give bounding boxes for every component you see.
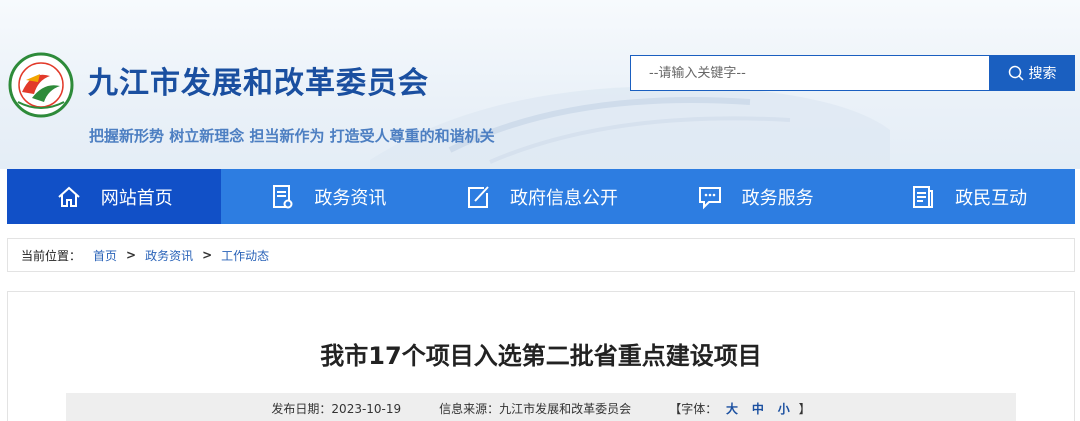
home-icon [58, 186, 80, 207]
font-size-large-button[interactable]: 大 [726, 402, 738, 416]
search-button[interactable]: 搜索 [989, 55, 1075, 91]
font-size-control: 【字体： 大 中 小 】 [669, 400, 810, 417]
chat-icon [698, 186, 721, 209]
breadcrumb-link-home[interactable]: 首页 [93, 247, 117, 264]
font-size-close: 】 [798, 401, 811, 416]
search-input[interactable] [630, 55, 990, 91]
nav-item-label: 政务服务 [741, 187, 814, 209]
font-size-medium-button[interactable]: 中 [752, 402, 764, 416]
nav-item-home[interactable]: 网站首页 [7, 169, 221, 224]
font-size-small-button[interactable]: 小 [778, 402, 790, 416]
nav-item-label: 政府信息公开 [509, 187, 618, 209]
document-icon [273, 184, 293, 208]
breadcrumb-link-work-updates[interactable]: 工作动态 [221, 247, 269, 264]
nav-item-label: 政务资讯 [314, 187, 387, 209]
site-slogan: 把握新形势 树立新理念 担当新作为 打造受人尊重的和谐机关 [89, 127, 495, 145]
publish-date: 发布日期：2023-10-19 [271, 401, 402, 416]
site-title[interactable]: 九江市发展和改革委员会 [88, 58, 429, 102]
nav-item-info-disclosure[interactable]: 政府信息公开 [434, 169, 648, 224]
nav-item-news[interactable]: 政务资讯 [221, 169, 435, 224]
breadcrumb-label: 当前位置： [21, 248, 82, 263]
nav-item-label: 网站首页 [100, 187, 173, 209]
breadcrumb-separator: > [126, 248, 137, 262]
nav-item-services[interactable]: 政务服务 [648, 169, 862, 224]
nav-item-interaction[interactable]: 政民互动 [861, 169, 1075, 224]
search-button-label: 搜索 [1028, 66, 1057, 82]
info-source: 信息来源：九江市发展和改革委员会 [439, 401, 632, 416]
breadcrumb-link-news[interactable]: 政务资讯 [145, 247, 193, 264]
nav-item-label: 政民互动 [955, 187, 1028, 209]
search-icon [1008, 65, 1024, 81]
main-nav: 网站首页 政务资讯 政府信息公开 政务服务 政民互动 [7, 169, 1075, 224]
article-container: 我市17个项目入选第二批省重点建设项目 发布日期：2023-10-19 信息来源… [7, 291, 1075, 421]
font-size-label: 【字体： [669, 401, 718, 416]
clipboard-icon [913, 185, 934, 208]
article-title: 我市17个项目入选第二批省重点建设项目 [320, 342, 762, 370]
article-meta-bar: 发布日期：2023-10-19 信息来源：九江市发展和改革委员会 【字体： 大 … [66, 393, 1016, 421]
edit-icon [467, 185, 489, 208]
breadcrumb-separator: > [202, 248, 213, 262]
site-header: 九江市发展和改革委员会 把握新形势 树立新理念 担当新作为 打造受人尊重的和谐机… [0, 0, 1080, 169]
jiujiang-drc-logo-icon[interactable] [8, 52, 74, 118]
breadcrumb: 当前位置： 首页 > 政务资讯 > 工作动态 [7, 238, 1075, 272]
